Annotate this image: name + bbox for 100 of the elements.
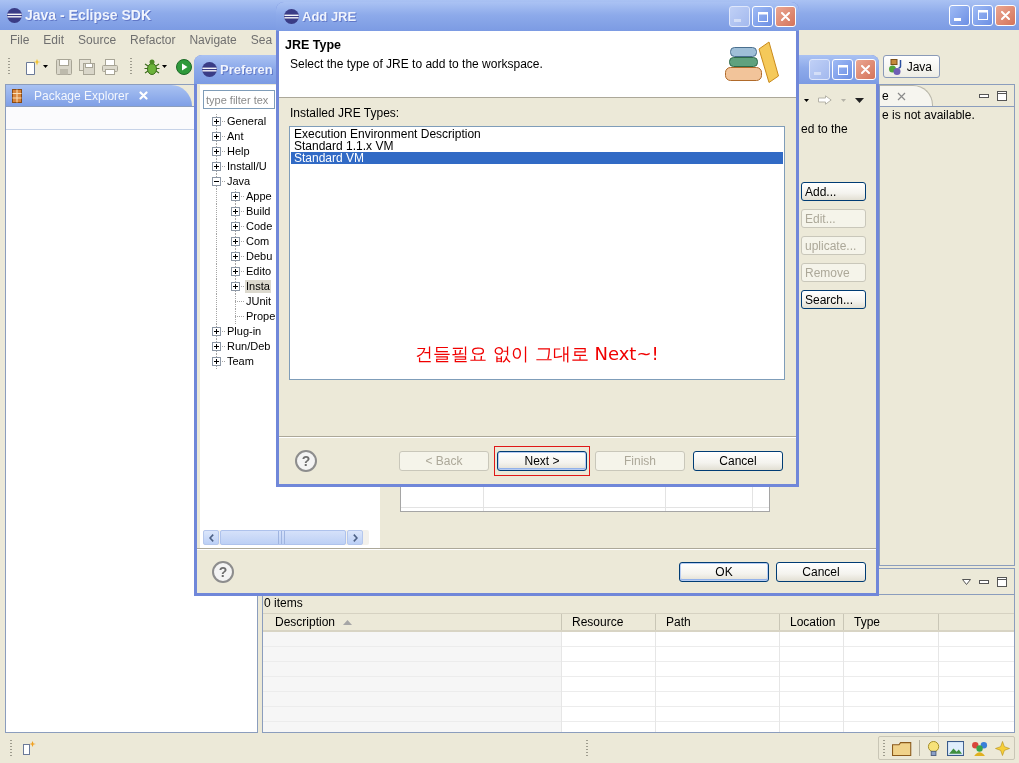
action-button[interactable]: Add... xyxy=(801,182,866,201)
page-star-icon[interactable] xyxy=(25,58,41,75)
jre-type-list[interactable]: Execution Environment Description Standard 1.1.x VM Standard VM 건들필요 없이 그대로 Next~! xyxy=(289,126,785,380)
close-icon[interactable] xyxy=(896,91,906,101)
tree-item[interactable]: Run/Deb xyxy=(226,340,272,353)
minimize-icon[interactable] xyxy=(979,579,989,584)
maximize-button[interactable] xyxy=(832,59,853,80)
expand-icon[interactable] xyxy=(212,162,221,171)
wizard-button[interactable]: Next > xyxy=(497,451,587,471)
close-button[interactable] xyxy=(995,4,1016,26)
maximize-icon xyxy=(977,10,988,20)
action-button[interactable]: Search... xyxy=(801,290,866,309)
tree-item[interactable]: Help xyxy=(226,145,251,158)
help-button[interactable]: ? xyxy=(212,560,234,583)
minimize-icon xyxy=(734,19,741,22)
horizontal-scrollbar[interactable] xyxy=(203,530,369,545)
tree-item[interactable]: Ant xyxy=(226,130,245,143)
help-button[interactable]: ? xyxy=(295,450,317,472)
tree-item[interactable]: Install/U xyxy=(226,160,268,173)
window-title: Add JRE xyxy=(302,9,357,24)
package-icon xyxy=(12,88,22,103)
tree-item[interactable]: Appe xyxy=(245,190,273,203)
collapse-icon[interactable] xyxy=(212,177,221,186)
page-star-icon[interactable] xyxy=(22,741,36,755)
people-icon[interactable] xyxy=(970,740,988,756)
scroll-right-button[interactable] xyxy=(347,530,363,545)
expand-icon[interactable] xyxy=(212,132,221,141)
maximize-button[interactable] xyxy=(752,6,773,27)
menu-item[interactable]: Source xyxy=(71,33,124,47)
maximize-icon[interactable] xyxy=(997,90,1007,101)
caret-icon[interactable] xyxy=(162,65,167,68)
maximize-icon[interactable] xyxy=(997,576,1007,587)
filter-field[interactable]: type filter tex xyxy=(203,90,275,109)
close-button[interactable] xyxy=(775,6,796,27)
expand-icon[interactable] xyxy=(212,342,221,351)
caret-icon[interactable] xyxy=(804,98,809,102)
bug-icon[interactable] xyxy=(144,58,160,75)
column-header[interactable]: Resource xyxy=(562,614,656,630)
list-item[interactable]: Standard 1.1.x VM xyxy=(291,140,783,152)
caret-icon[interactable] xyxy=(43,65,48,68)
scroll-left-button[interactable] xyxy=(203,530,219,545)
tree-item[interactable]: Insta xyxy=(245,280,271,293)
tree-item[interactable]: Com xyxy=(245,235,271,248)
tree-item[interactable]: Plug-in xyxy=(226,325,263,338)
run-icon[interactable] xyxy=(176,58,192,75)
maximize-button[interactable] xyxy=(972,4,993,26)
menu-item[interactable]: Refactor xyxy=(123,33,183,47)
window-title: Java - Eclipse SDK xyxy=(25,7,152,23)
menu-item[interactable]: Edit xyxy=(36,33,72,47)
tree-item[interactable]: Edito xyxy=(245,265,273,278)
view-menu-icon[interactable] xyxy=(962,578,971,585)
maximize-icon xyxy=(757,11,768,22)
scrollbar-thumb[interactable] xyxy=(220,530,346,545)
list-item[interactable]: Standard VM xyxy=(291,152,783,164)
expand-icon[interactable] xyxy=(231,237,240,246)
maximize-icon xyxy=(837,64,848,75)
expand-icon[interactable] xyxy=(231,252,240,261)
perspective-icon xyxy=(887,58,904,75)
dialog-button[interactable]: OK xyxy=(679,561,769,582)
expand-icon[interactable] xyxy=(231,267,240,276)
close-icon xyxy=(861,65,870,74)
tree-item[interactable]: Debu xyxy=(245,250,274,263)
expand-icon[interactable] xyxy=(212,147,221,156)
column-header[interactable]: Type xyxy=(844,614,939,630)
menu-item[interactable]: File xyxy=(3,33,37,47)
menu-item[interactable]: Sea xyxy=(243,33,280,47)
view-message: e is not available. xyxy=(881,107,976,122)
column-header[interactable]: Location xyxy=(780,614,844,630)
image-icon[interactable] xyxy=(946,740,964,756)
tree-item[interactable]: Prope xyxy=(245,310,277,323)
expand-icon[interactable] xyxy=(231,207,240,216)
page-description: ed to the xyxy=(801,123,848,136)
list-label: Installed JRE Types: xyxy=(289,107,400,120)
dialog-button[interactable]: Cancel xyxy=(776,561,866,582)
column-header[interactable]: Path xyxy=(656,614,780,630)
lightbulb-icon[interactable] xyxy=(926,740,940,756)
menu-item[interactable]: Navigate xyxy=(182,33,244,47)
view-menu-icon[interactable] xyxy=(855,97,864,103)
expand-icon[interactable] xyxy=(212,357,221,366)
tree-item[interactable]: Java xyxy=(226,175,252,188)
striped-sphere-icon xyxy=(202,62,217,77)
folder-icon[interactable] xyxy=(892,740,912,756)
tree-item[interactable]: General xyxy=(226,115,268,128)
view-tab[interactable]: e xyxy=(880,85,933,106)
tree-item[interactable]: Code xyxy=(245,220,274,233)
tree-item[interactable]: Build xyxy=(245,205,272,218)
expand-icon[interactable] xyxy=(212,327,221,336)
star-icon[interactable] xyxy=(995,740,1010,756)
expand-icon[interactable] xyxy=(231,192,240,201)
wizard-button[interactable]: Cancel xyxy=(693,451,783,471)
close-button[interactable] xyxy=(855,59,876,80)
expand-icon[interactable] xyxy=(231,282,240,291)
minimize-icon[interactable] xyxy=(979,93,989,98)
list-item[interactable]: Execution Environment Description xyxy=(291,128,783,140)
tree-item[interactable]: Team xyxy=(226,355,255,368)
column-header[interactable]: Description xyxy=(263,614,562,630)
tree-item[interactable]: JUnit xyxy=(245,295,273,308)
perspective-button[interactable]: Java xyxy=(882,55,940,78)
expand-icon[interactable] xyxy=(212,117,221,126)
expand-icon[interactable] xyxy=(231,222,240,231)
